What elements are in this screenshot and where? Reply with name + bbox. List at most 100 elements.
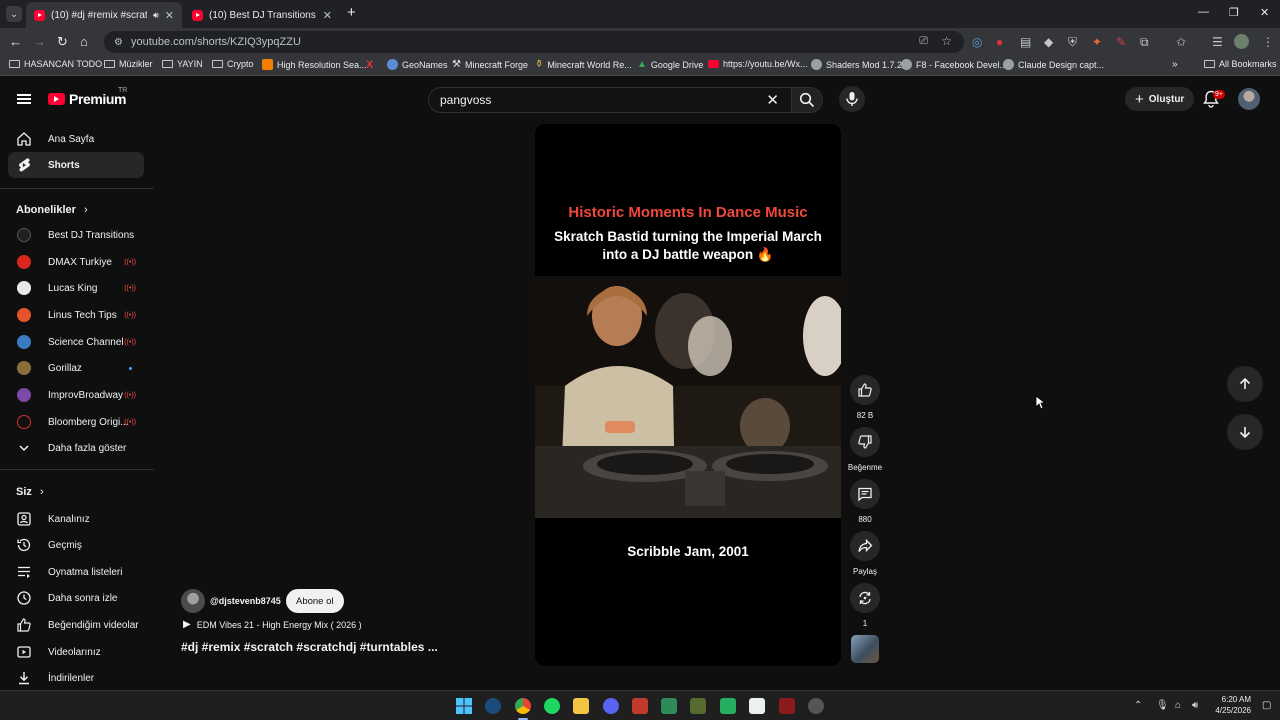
sidebar-item-subscription[interactable]: Best DJ Transitions (8, 222, 144, 248)
sidebar-item-your-videos[interactable]: Videolarınız (8, 639, 144, 665)
extension-icon[interactable]: ⛨ (1068, 35, 1077, 50)
menu-hamburger-icon[interactable] (17, 94, 31, 104)
sidebar-item-downloads[interactable]: İndirilenler (8, 665, 144, 691)
cast-icon[interactable]: ⎚ (919, 35, 928, 48)
sidebar-item-history[interactable]: Geçmiş (8, 532, 144, 558)
sidebar-item-subscription[interactable]: Bloomberg Origi... ((•)) (8, 409, 144, 435)
audio-playing-icon[interactable]: 🔊︎ (153, 10, 159, 21)
sidebar-item-your-channel[interactable]: Kanalınız (8, 506, 144, 532)
sidebar-item-home[interactable]: Ana Sayfa (8, 126, 144, 152)
subscriptions-heading[interactable]: Abonelikler › (16, 204, 88, 216)
tray-overflow-icon[interactable]: ⌃ (1134, 700, 1142, 711)
app-icon[interactable] (690, 698, 706, 714)
bookmark-link[interactable]: X (366, 59, 373, 71)
channel-handle[interactable]: @djstevenb8745 (210, 596, 281, 606)
app-icon[interactable] (808, 698, 824, 714)
sidebar-item-show-more[interactable]: Daha fazla göster (8, 435, 144, 461)
bookmark-link[interactable]: https://youtu.be/Wx... (708, 59, 808, 69)
app-icon[interactable] (779, 698, 795, 714)
sidebar-item-subscription[interactable]: Lucas King ((•)) (8, 275, 144, 301)
windows-start-icon[interactable] (456, 698, 472, 714)
profile-avatar-icon[interactable] (1234, 34, 1249, 49)
search-input[interactable]: pangvoss ✕ (428, 87, 792, 113)
back-icon[interactable]: ← (9, 35, 22, 49)
chrome-icon[interactable] (515, 698, 531, 714)
extensions-puzzle-icon[interactable]: ⧉ (1140, 35, 1149, 50)
bookmark-link[interactable]: F8 - Facebook Devel... (901, 59, 1007, 70)
sound-thumbnail[interactable] (851, 635, 879, 663)
all-bookmarks-folder[interactable]: All Bookmarks (1204, 59, 1277, 69)
sidebar-item-subscription[interactable]: Science Channel ((•)) (8, 329, 144, 355)
extension-icon[interactable]: ◆ (1044, 35, 1053, 49)
sidebar-item-watch-later[interactable]: Daha sonra izle (8, 585, 144, 611)
reading-list-icon[interactable]: ✩ (1176, 35, 1186, 49)
home-browser-icon[interactable]: ⌂ (80, 35, 88, 49)
side-panel-icon[interactable]: ☰ (1212, 35, 1223, 49)
window-close-icon[interactable]: ✕ (1260, 6, 1269, 19)
bookmarks-overflow-icon[interactable]: » (1172, 59, 1178, 70)
bookmark-folder[interactable]: HASANCAN TODO (9, 59, 102, 69)
sidebar-item-subscription[interactable]: Gorillaz (8, 355, 144, 381)
browser-tab[interactable]: (10) Best DJ Transitions - YouTu ✕ (184, 2, 340, 28)
search-button[interactable] (791, 87, 823, 113)
sidebar-item-shorts[interactable]: Shorts (8, 152, 144, 178)
app-icon[interactable] (720, 698, 736, 714)
extension-icon[interactable]: ▤ (1020, 35, 1031, 49)
bookmark-folder[interactable]: Müzikler (104, 59, 153, 69)
like-button[interactable]: 82 B (849, 375, 881, 420)
account-avatar[interactable] (1238, 88, 1260, 110)
extension-icon[interactable]: ● (996, 35, 1003, 49)
steam-icon[interactable] (485, 698, 501, 714)
address-bar[interactable]: ⚙ youtube.com/shorts/KZIQ3ypqZZU ⎚ ☆ (104, 31, 964, 53)
sidebar-item-liked-videos[interactable]: Beğendiğim videolar (8, 612, 144, 638)
bookmark-link[interactable]: ⚒ Minecraft Forge (452, 59, 528, 70)
file-explorer-icon[interactable] (573, 698, 589, 714)
extension-icon[interactable]: ✦ (1092, 35, 1102, 49)
share-button[interactable]: Paylaş (849, 531, 881, 576)
network-icon[interactable]: ⌂ (1175, 700, 1181, 711)
music-link[interactable]: ▶ EDM Vibes 21 - High Energy Mix ( 2026 … (183, 619, 362, 630)
sidebar-item-subscription[interactable]: Linus Tech Tips ((•)) (8, 302, 144, 328)
previous-short-button[interactable] (1227, 366, 1263, 402)
minimize-icon[interactable]: — (1198, 6, 1209, 18)
dislike-button[interactable]: Beğenme (848, 427, 882, 472)
remix-button[interactable]: 1 (849, 583, 881, 628)
bookmark-link[interactable]: ▲ Google Drive (637, 59, 703, 70)
bookmark-star-icon[interactable]: ☆ (941, 34, 952, 48)
clear-search-icon[interactable]: ✕ (766, 91, 779, 109)
restore-icon[interactable]: ❐ (1229, 6, 1239, 19)
bookmark-link[interactable]: High Resolution Sea... (262, 59, 367, 70)
browser-tab-active[interactable]: (10) #dj #remix #scratch #s 🔊︎ ✕ (26, 2, 182, 28)
subscribe-button[interactable]: Abone ol (286, 589, 344, 613)
sidebar-item-subscription[interactable]: ImprovBroadway ((•)) (8, 382, 144, 408)
bookmark-link[interactable]: GeoNames (387, 59, 448, 70)
site-info-icon[interactable]: ⚙ (114, 37, 123, 48)
close-tab-icon[interactable]: ✕ (165, 9, 174, 22)
app-icon[interactable] (749, 698, 765, 714)
new-tab-button[interactable]: + (347, 4, 356, 21)
channel-avatar[interactable] (181, 589, 205, 613)
discord-icon[interactable] (603, 698, 619, 714)
extension-icon[interactable]: ◎ (972, 35, 982, 49)
close-tab-icon[interactable]: ✕ (323, 9, 332, 22)
tab-search-button[interactable]: ⌄ (6, 6, 22, 22)
reload-icon[interactable]: ↻ (57, 35, 68, 49)
extension-icon[interactable]: ✎ (1116, 35, 1126, 49)
app-icon[interactable] (632, 698, 648, 714)
spotify-icon[interactable] (544, 698, 560, 714)
create-button[interactable]: + Oluştur (1125, 87, 1195, 111)
youtube-premium-logo[interactable]: Premium TR (48, 87, 127, 107)
comments-button[interactable]: 880 (849, 479, 881, 524)
notification-center-icon[interactable]: ▢ (1262, 700, 1271, 711)
sidebar-item-subscription[interactable]: DMAX Turkiye ((•)) (8, 249, 144, 275)
bookmark-folder[interactable]: YAYIN (162, 59, 203, 69)
forward-icon[interactable]: → (33, 35, 46, 49)
bookmark-folder[interactable]: Crypto (212, 59, 254, 69)
shorts-video-player[interactable]: Historic Moments In Dance Music Skratch … (535, 124, 841, 666)
volume-icon[interactable]: 🔊︎ (1192, 700, 1198, 711)
bookmark-link[interactable]: ⚱ Minecraft World Re... (535, 59, 632, 70)
sidebar-item-playlists[interactable]: Oynatma listeleri (8, 559, 144, 585)
system-clock[interactable]: 6:20 AM 4/25/2026 (1211, 694, 1251, 716)
you-heading[interactable]: Siz › (16, 486, 44, 498)
app-icon[interactable] (661, 698, 677, 714)
